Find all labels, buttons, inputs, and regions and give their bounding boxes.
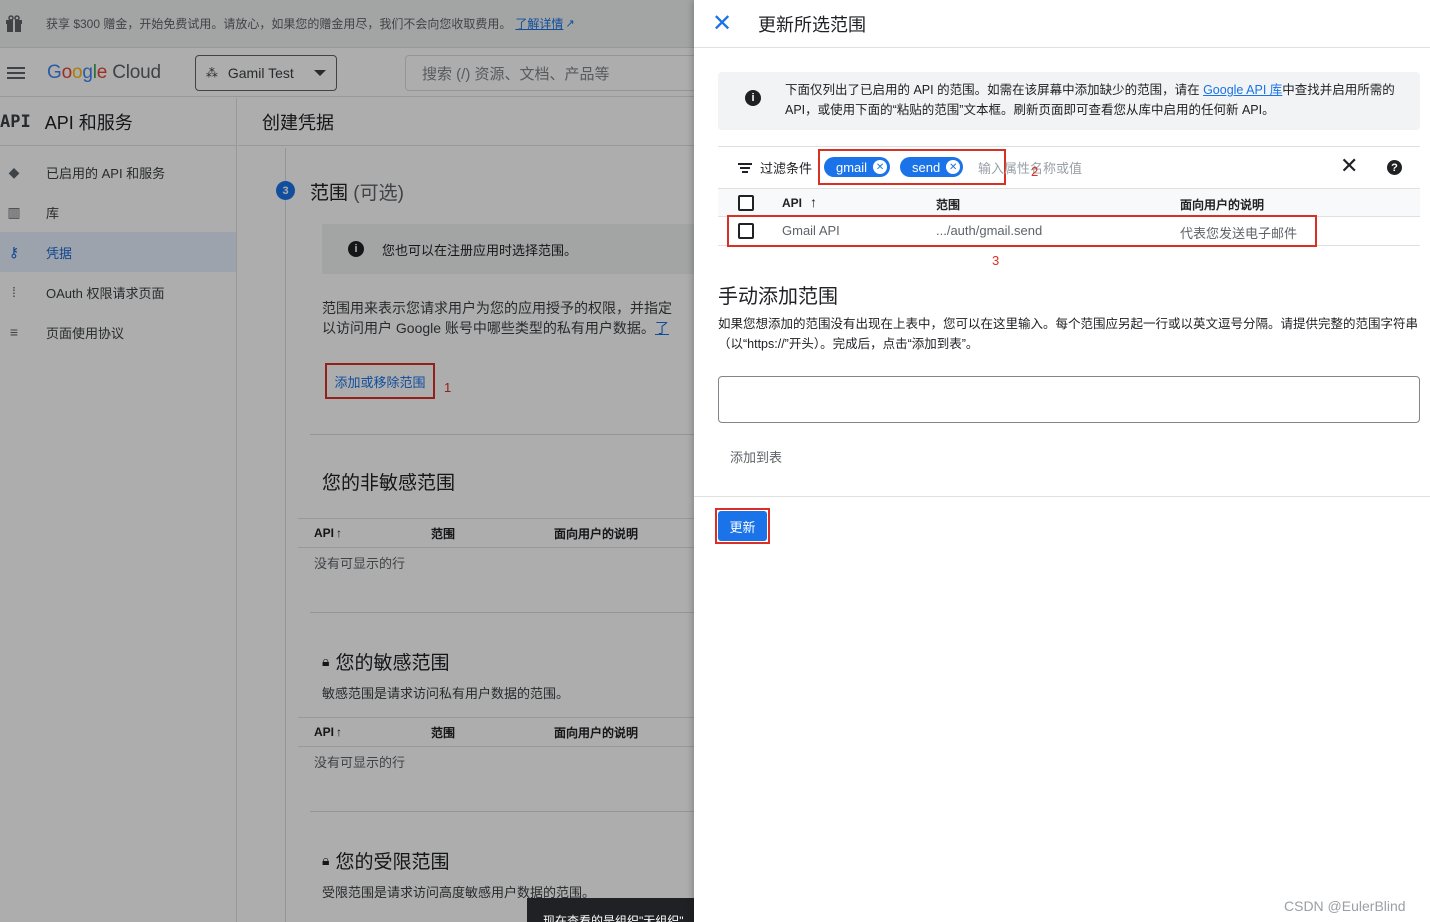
panel-header: ✕ 更新所选范围 [694, 0, 1430, 48]
panel-info-box: i 下面仅列出了已启用的 API 的范围。如需在该屏幕中添加缺少的范围，请在 G… [718, 72, 1420, 130]
filter-chip-gmail[interactable]: gmail ✕ [824, 157, 891, 177]
add-to-table-button[interactable]: 添加到表 [730, 447, 782, 466]
google-api-library-link[interactable]: Google API 库 [1203, 83, 1282, 97]
modal-scrim[interactable] [0, 0, 694, 922]
arrow-up-icon[interactable]: ↑ [810, 194, 817, 210]
manual-add-title: 手动添加范围 [718, 286, 838, 308]
annotation-3: 3 [992, 253, 1000, 268]
annotation-2: 2 [1031, 164, 1039, 179]
select-all-checkbox[interactable] [738, 195, 754, 211]
filter-chip-send[interactable]: send ✕ [900, 157, 964, 177]
manual-add-desc: 如果您想添加的范围没有出现在上表中，您可以在这里输入。每个范围应另起一行或以英文… [718, 317, 1419, 351]
divider [694, 496, 1430, 497]
filter-input[interactable]: 输入属性名称或值 [978, 158, 1082, 177]
update-button[interactable]: 更新 [718, 511, 767, 541]
close-icon[interactable]: ✕ [694, 11, 750, 36]
filter-bar: 过滤条件 gmail ✕ send ✕ 输入属性名称或值 2 ✕ ? [718, 146, 1420, 188]
filter-icon [738, 161, 752, 175]
help-icon[interactable]: ? [1387, 160, 1402, 175]
scope-table-header: API ↑ 范围 面向用户的说明 [718, 188, 1420, 217]
update-scopes-panel: ✕ 更新所选范围 i 下面仅列出了已启用的 API 的范围。如需在该屏幕中添加缺… [694, 0, 1430, 922]
org-snackbar: 现在查看的是组织"无组织" [527, 898, 694, 922]
watermark: CSDN @EulerBlind [1284, 898, 1406, 914]
clear-filter-icon[interactable]: ✕ [1340, 155, 1358, 177]
chip-remove-icon[interactable]: ✕ [873, 160, 888, 174]
panel-title: 更新所选范围 [758, 14, 866, 35]
info-icon: i [745, 90, 761, 106]
manual-scopes-textarea[interactable] [718, 376, 1420, 423]
row-highlight [727, 215, 1317, 247]
filter-button[interactable]: 过滤条件 [738, 158, 812, 177]
chip-remove-icon[interactable]: ✕ [946, 160, 961, 174]
